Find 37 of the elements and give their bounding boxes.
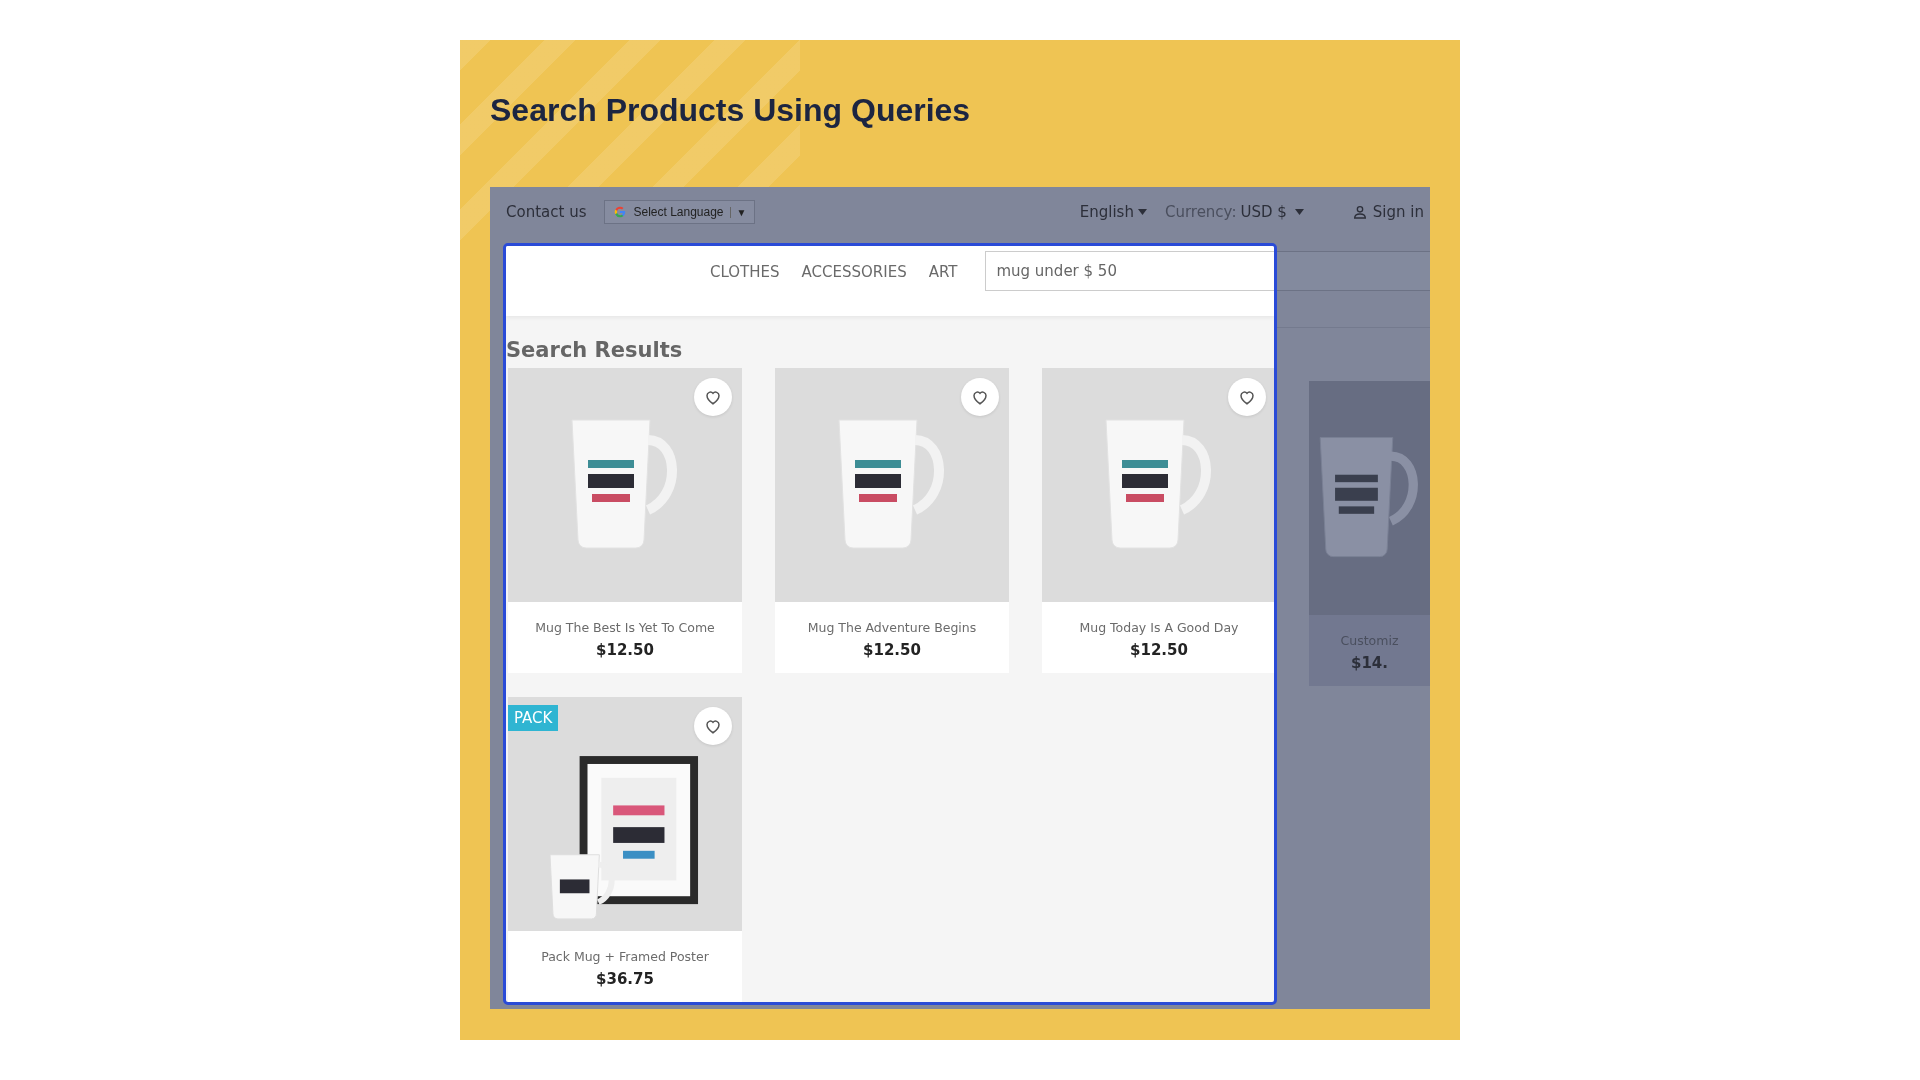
heart-icon [971,388,989,406]
product-card[interactable]: Mug The Adventure Begins $12.50 [775,368,1009,673]
language-select[interactable]: Select Language ▼ [604,200,756,224]
heart-icon [1238,388,1256,406]
contact-link[interactable]: Contact us [506,203,587,221]
product-price: $36.75 [595,970,655,988]
currency-dropdown[interactable]: Currency: USD $ [1164,203,1304,221]
language-dropdown[interactable]: English [1079,203,1147,221]
caret-icon [1137,209,1147,215]
wishlist-button[interactable] [694,378,732,416]
category-link[interactable]: CLOTHES [710,263,780,281]
product-name: Mug Today Is A Good Day [1078,620,1240,635]
product-price: $12.50 [862,641,922,659]
wishlist-button[interactable] [1228,378,1266,416]
product-price: $12.50 [1129,641,1189,659]
product-name: Mug The Adventure Begins [806,620,978,635]
product-price: $14. [1350,654,1389,672]
wishlist-button[interactable] [961,378,999,416]
g-logo-icon [613,205,628,219]
caret-icon [1294,209,1304,215]
product-name: Pack Mug + Framed Poster [540,949,710,964]
results-heading: Search Results [506,338,684,362]
pack-badge: PACK [508,705,559,731]
category-link[interactable]: ART [928,263,958,281]
category-link[interactable]: ACCESSORIES [801,263,907,281]
product-card[interactable]: Mug The Best Is Yet To Come $12.50 [508,368,742,673]
product-card[interactable]: Mug Today Is A Good Day $12.50 [1042,368,1274,673]
product-price: $12.50 [595,641,655,659]
product-name: Mug The Best Is Yet To Come [534,620,716,635]
heart-icon [704,388,722,406]
heart-icon [704,717,722,735]
wishlist-button[interactable] [694,707,732,745]
user-icon [1351,204,1368,220]
product-card[interactable]: PACK Pack Mug + Framed Poster $36.75 [508,697,742,1002]
search-field[interactable]: mug under $ 50 [985,251,1274,291]
sign-in-link[interactable]: Sign in [1351,203,1424,221]
banner-title: Search Products Using Queries [490,92,972,129]
